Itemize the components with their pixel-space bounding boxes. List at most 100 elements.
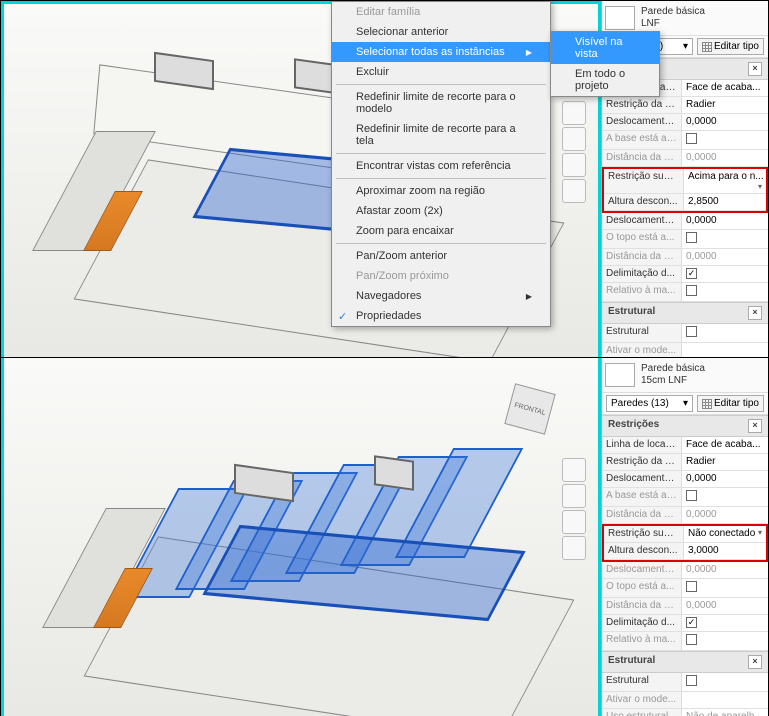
orbit-tool-icon[interactable] (562, 179, 586, 203)
menu-item[interactable]: ✓Propriedades (332, 306, 550, 326)
property-value[interactable] (682, 673, 768, 691)
property-row: O topo está a... (602, 230, 768, 249)
edit-type-button[interactable]: Editar tipo (697, 395, 764, 412)
property-value[interactable] (682, 131, 768, 149)
property-value[interactable] (682, 283, 768, 301)
expand-icon[interactable]: × (748, 306, 762, 320)
property-value[interactable] (682, 632, 768, 650)
menu-item[interactable]: Selecionar todas as instâncias▶ (332, 42, 550, 62)
property-value[interactable]: 0,0000 (682, 213, 768, 229)
property-row: Deslocamento...0,0000 (602, 471, 768, 488)
property-value[interactable]: 0,0000 (682, 598, 768, 614)
property-value[interactable]: Acima para o n... (684, 169, 766, 193)
zoom-tool-icon[interactable] (562, 510, 586, 534)
expand-icon[interactable]: × (748, 655, 762, 669)
property-value[interactable]: 0,0000 (682, 471, 768, 487)
property-row: Distância da e...0,0000 (602, 249, 768, 266)
property-value[interactable] (682, 230, 768, 248)
property-value[interactable]: Radier (682, 454, 768, 470)
property-value[interactable]: 2,8500 (684, 194, 766, 210)
property-row: Altura descon...3,0000 (604, 543, 766, 560)
property-row: Relativo à ma... (602, 283, 768, 302)
section-header[interactable]: Estrutural× (602, 302, 768, 324)
property-row: Relativo à ma... (602, 632, 768, 651)
pan-tool-icon[interactable] (562, 484, 586, 508)
checkbox[interactable] (686, 285, 697, 296)
expand-icon[interactable]: × (748, 62, 762, 76)
type-name: Parede básica (641, 363, 705, 375)
type-swatch[interactable] (605, 363, 635, 387)
expand-icon[interactable]: × (748, 419, 762, 433)
checkbox[interactable] (686, 326, 697, 337)
property-row: Distância da e...0,0000 (602, 507, 768, 524)
checkbox[interactable] (686, 675, 697, 686)
checkbox[interactable] (686, 581, 697, 592)
checkbox[interactable]: ✓ (686, 268, 697, 279)
element-selector[interactable]: Paredes (13)▾ (606, 395, 693, 412)
property-value[interactable] (682, 324, 768, 342)
menu-item[interactable]: Afastar zoom (2x) (332, 201, 550, 221)
property-value[interactable]: ✓ (682, 615, 768, 631)
checkbox[interactable] (686, 634, 697, 645)
checkbox[interactable] (686, 133, 697, 144)
menu-item[interactable]: Redefinir limite de recorte para o model… (332, 87, 550, 119)
property-value[interactable]: Face de acaba... (682, 437, 768, 453)
property-value[interactable]: 3,0000 (684, 543, 766, 559)
property-value[interactable]: Radier (682, 97, 768, 113)
menu-item[interactable]: Aproximar zoom na região (332, 181, 550, 201)
property-value[interactable]: Não conectado (684, 526, 766, 542)
viewcube[interactable]: FRONTAL (504, 383, 555, 434)
zoom-tool-icon[interactable] (562, 153, 586, 177)
property-value[interactable]: 0,0000 (682, 150, 768, 166)
property-value[interactable] (682, 579, 768, 597)
property-value[interactable]: ✓ (682, 266, 768, 282)
property-row: Estrutural (602, 673, 768, 692)
grid-icon (702, 399, 712, 409)
property-row: Deslocamento...0,0000 (602, 213, 768, 230)
section-header[interactable]: Restrições× (602, 415, 768, 437)
property-value[interactable]: Não de aparelh... (682, 709, 768, 716)
menu-item[interactable]: Excluir (332, 62, 550, 82)
type-swatch[interactable] (605, 6, 635, 30)
steering-wheel-icon[interactable] (562, 458, 586, 482)
property-row: Delimitação d...✓ (602, 266, 768, 283)
submenu-item[interactable]: Em todo o projeto (551, 64, 659, 96)
menu-item: Editar família (332, 2, 550, 22)
panel-top: Editar famíliaSelecionar anteriorSelecio… (1, 1, 768, 358)
section-header[interactable]: Estrutural× (602, 651, 768, 673)
context-menu: Editar famíliaSelecionar anteriorSelecio… (331, 1, 551, 327)
menu-item[interactable]: Encontrar vistas com referência (332, 156, 550, 176)
edit-type-button[interactable]: Editar tipo (697, 38, 764, 55)
type-subname: 15cm LNF (641, 375, 705, 387)
property-row: A base está an... (602, 131, 768, 150)
grid-icon (702, 42, 712, 52)
menu-item[interactable]: Navegadores▶ (332, 286, 550, 306)
menu-item[interactable]: Redefinir limite de recorte para a tela (332, 119, 550, 151)
property-value[interactable]: 0,0000 (682, 562, 768, 578)
viewport-3d-bottom[interactable]: FRONTAL (1, 358, 601, 716)
property-value[interactable]: 0,0000 (682, 507, 768, 523)
property-value[interactable]: 0,0000 (682, 114, 768, 130)
property-value[interactable]: Face de acaba... (682, 80, 768, 96)
property-row: Linha de locali...Face de acaba... (602, 437, 768, 454)
menu-item[interactable]: Pan/Zoom anterior (332, 246, 550, 266)
property-value[interactable]: 0,0000 (682, 249, 768, 265)
pan-tool-icon[interactable] (562, 127, 586, 151)
property-row: Restrição supe...Não conectado (604, 526, 766, 543)
property-value[interactable] (682, 488, 768, 506)
submenu-item[interactable]: Visível na vista (551, 32, 659, 64)
property-row: Deslocamento...0,0000 (602, 114, 768, 131)
property-value[interactable] (682, 692, 768, 708)
menu-item[interactable]: Selecionar anterior (332, 22, 550, 42)
steering-wheel-icon[interactable] (562, 101, 586, 125)
checkbox[interactable]: ✓ (686, 617, 697, 628)
property-value[interactable] (682, 343, 768, 357)
property-row: Distância da e...0,0000 (602, 150, 768, 167)
orbit-tool-icon[interactable] (562, 536, 586, 560)
checkbox[interactable] (686, 232, 697, 243)
nav-tools (562, 101, 586, 203)
property-row: A base está an... (602, 488, 768, 507)
property-row: Restrição da b...Radier (602, 97, 768, 114)
menu-item[interactable]: Zoom para encaixar (332, 221, 550, 241)
checkbox[interactable] (686, 490, 697, 501)
